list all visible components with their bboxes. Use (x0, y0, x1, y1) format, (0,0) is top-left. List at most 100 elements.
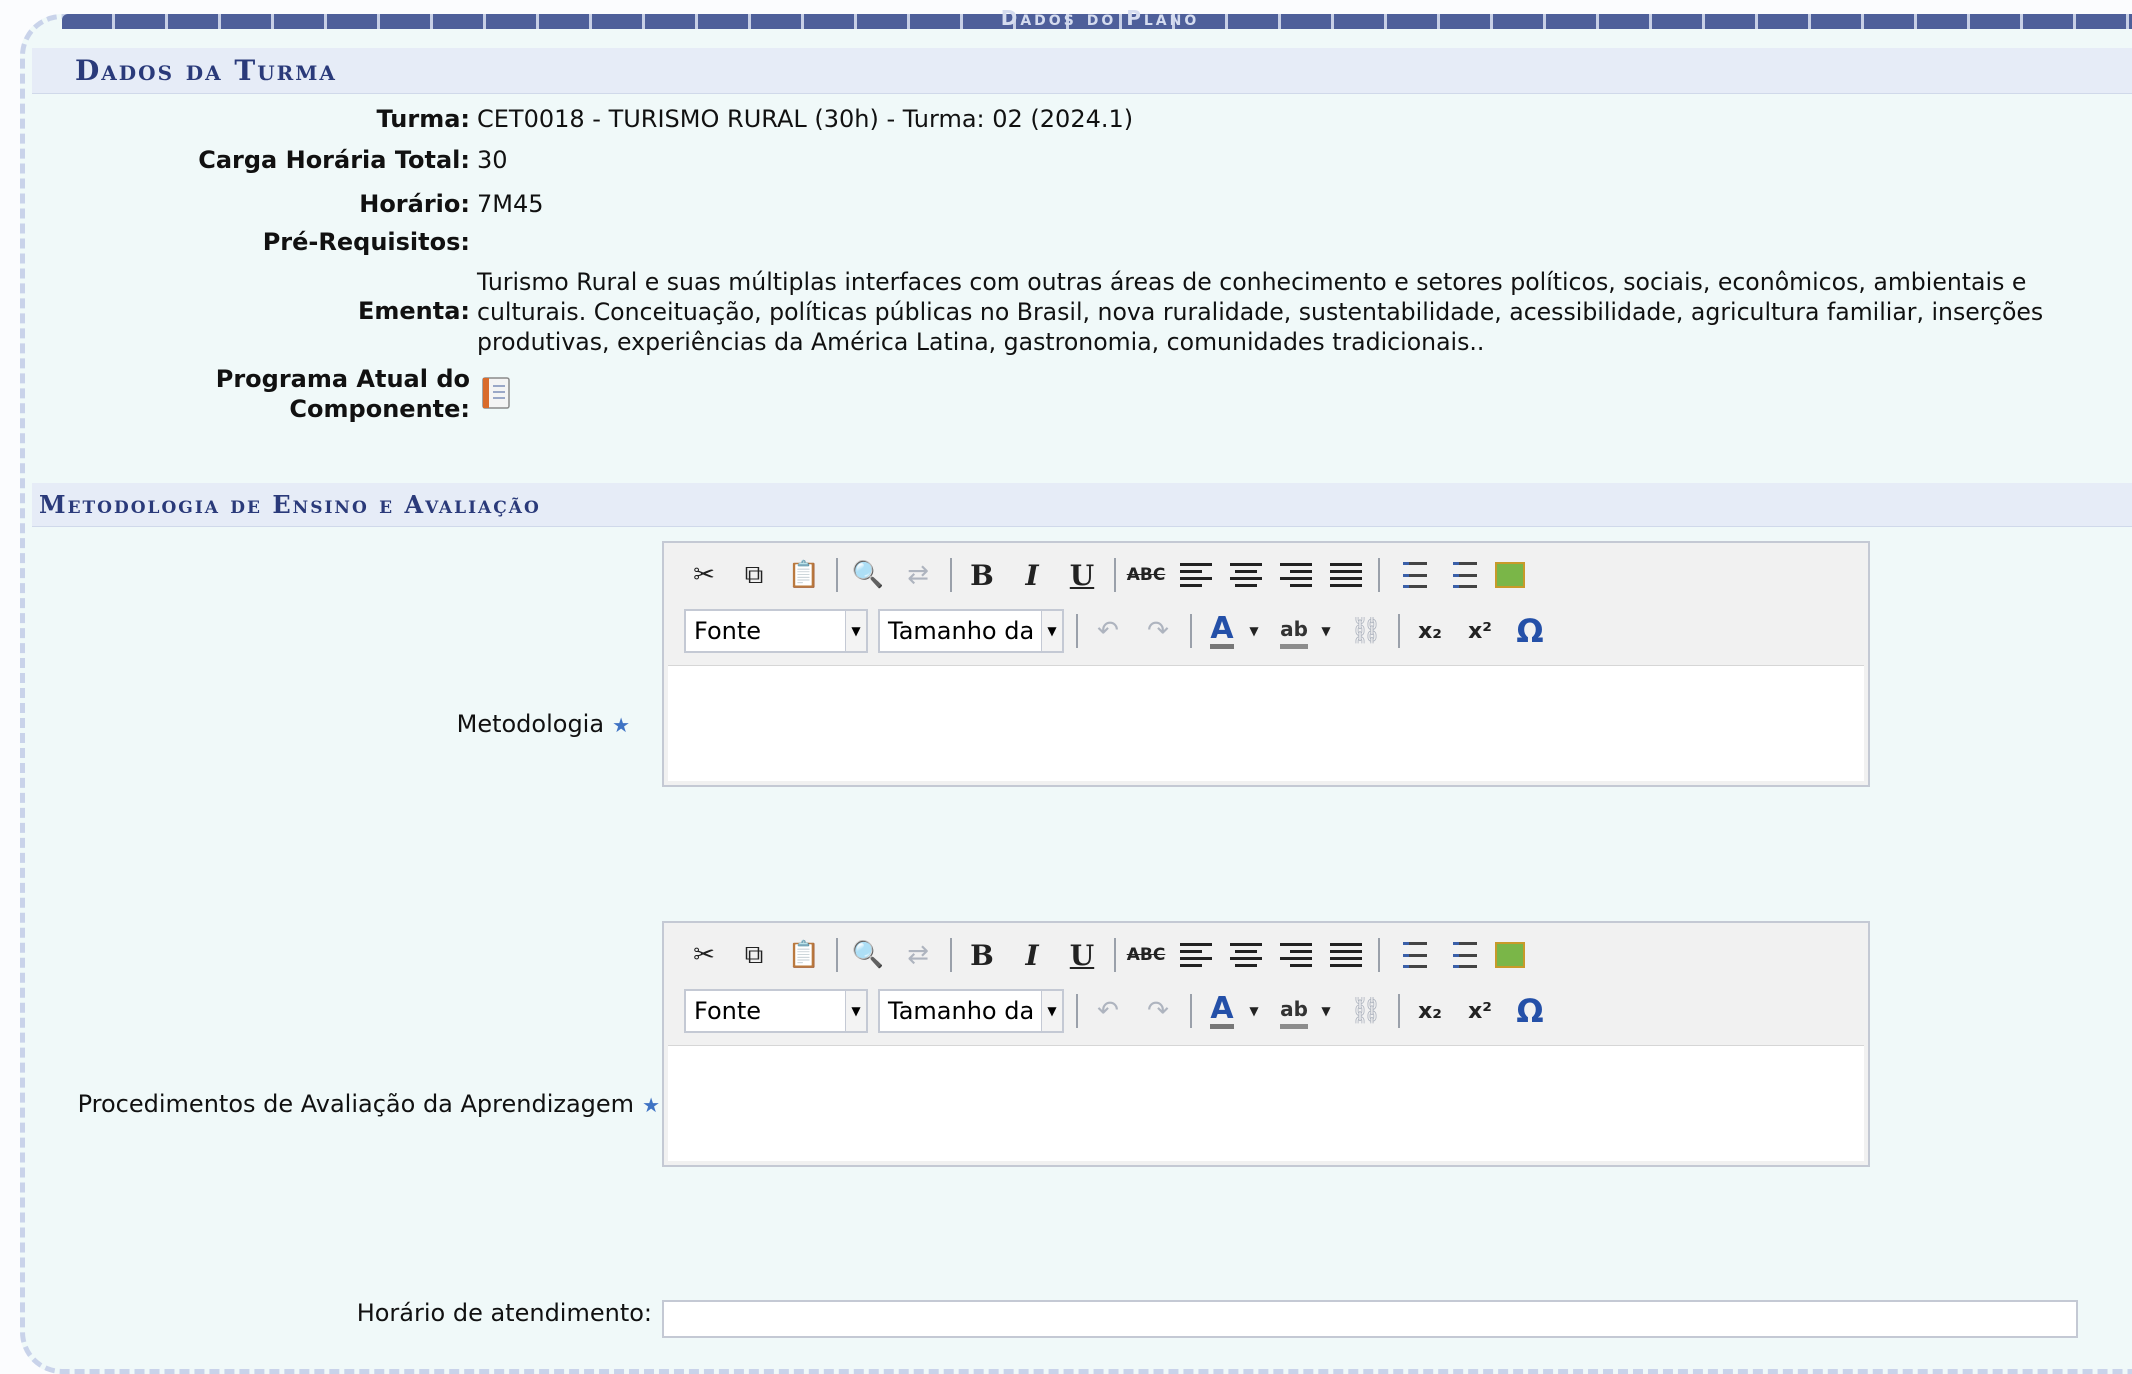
align-justify-icon[interactable] (1326, 556, 1366, 594)
image-icon[interactable] (1490, 936, 1530, 974)
superscript-button[interactable]: x² (1460, 992, 1500, 1030)
font-color-icon: A (1210, 613, 1234, 649)
page-title: Dados do Plano (1000, 6, 1200, 28)
font-select-value: Fonte (694, 997, 762, 1025)
paste-icon[interactable]: 📋 (784, 936, 824, 974)
toolbar-separator (1378, 938, 1380, 972)
field-value-turma: CET0018 - TURISMO RURAL (30h) - Turma: 0… (477, 105, 1134, 133)
align-right-icon[interactable] (1276, 556, 1316, 594)
link-icon[interactable]: ⛓ (1346, 612, 1386, 650)
redo-icon[interactable]: ↷ (1138, 992, 1178, 1030)
copy-icon[interactable]: ⧉ (734, 556, 774, 594)
toolbar-separator (1398, 994, 1400, 1028)
font-size-select[interactable]: Tamanho da Fo ▼ (878, 609, 1064, 653)
toolbar-separator (836, 938, 838, 972)
undo-icon[interactable]: ↶ (1088, 992, 1128, 1030)
document-icon[interactable] (480, 376, 512, 410)
toolbar-separator (1076, 614, 1078, 648)
align-right-icon[interactable] (1276, 936, 1316, 974)
align-center-icon[interactable] (1226, 556, 1266, 594)
procedimentos-label: Procedimentos de Avaliação da Aprendizag… (40, 1089, 660, 1120)
horario-atendimento-input[interactable] (662, 1300, 2078, 1338)
toolbar-separator (1114, 558, 1116, 592)
field-label-pre-requisitos: Pré-Requisitos: (262, 228, 470, 256)
toolbar-separator (950, 558, 952, 592)
chevron-down-icon[interactable]: ▼ (1244, 612, 1264, 650)
chevron-down-icon[interactable]: ▼ (1316, 612, 1336, 650)
chevron-down-icon[interactable]: ▼ (1244, 992, 1264, 1030)
metodologia-editor: ✂ ⧉ 📋 🔍 ⇄ B I U ABC Fonte ▼ Tamanho da Fo… (662, 541, 1870, 787)
metodologia-text-area[interactable] (668, 665, 1864, 781)
toolbar-separator (950, 938, 952, 972)
field-value-carga-horaria: 30 (477, 146, 508, 174)
procedimentos-editor: ✂ ⧉ 📋 🔍 ⇄ B I U ABC Fonte ▼ Tamanho da Fo… (662, 921, 1870, 1167)
bullet-list-icon[interactable] (1390, 556, 1430, 594)
toolbar-separator (1190, 614, 1192, 648)
highlight-button[interactable]: ab (1274, 992, 1314, 1030)
paste-icon[interactable]: 📋 (784, 556, 824, 594)
required-star-icon: ★ (642, 1093, 660, 1117)
superscript-button[interactable]: x² (1460, 612, 1500, 650)
font-select-value: Fonte (694, 617, 762, 645)
subscript-button[interactable]: x₂ (1410, 992, 1450, 1030)
toolbar-separator (1378, 558, 1380, 592)
field-label-turma: Turma: (376, 105, 470, 133)
font-select[interactable]: Fonte ▼ (684, 609, 868, 653)
italic-button[interactable]: I (1012, 936, 1052, 974)
underline-button[interactable]: U (1062, 556, 1102, 594)
procedimentos-label-text: Procedimentos de Avaliação da Aprendizag… (77, 1090, 635, 1118)
ementa-line: culturais. Conceituação, políticas públi… (477, 298, 2044, 326)
ementa-line: Turismo Rural e suas múltiplas interface… (477, 268, 2027, 296)
highlight-icon: ab (1280, 994, 1308, 1029)
align-left-icon[interactable] (1176, 556, 1216, 594)
replace-icon[interactable]: ⇄ (898, 556, 938, 594)
find-icon[interactable]: 🔍 (848, 556, 888, 594)
highlight-icon: ab (1280, 614, 1308, 649)
chevron-down-icon: ▼ (845, 991, 866, 1031)
align-left-icon[interactable] (1176, 936, 1216, 974)
field-label-carga-horaria: Carga Horária Total: (198, 146, 470, 174)
font-size-select-value: Tamanho da Fo (888, 617, 1064, 645)
special-char-button[interactable]: Ω (1510, 612, 1550, 650)
bullet-list-icon[interactable] (1390, 936, 1430, 974)
chevron-down-icon: ▼ (1041, 991, 1062, 1031)
procedimentos-text-area[interactable] (668, 1045, 1864, 1161)
redo-icon[interactable]: ↷ (1138, 612, 1178, 650)
cut-icon[interactable]: ✂ (684, 556, 724, 594)
toolbar-separator (1114, 938, 1116, 972)
italic-button[interactable]: I (1012, 556, 1052, 594)
underline-button[interactable]: U (1062, 936, 1102, 974)
cut-icon[interactable]: ✂ (684, 936, 724, 974)
toolbar-separator (1190, 994, 1192, 1028)
replace-icon[interactable]: ⇄ (898, 936, 938, 974)
font-size-select[interactable]: Tamanho da Fo ▼ (878, 989, 1064, 1033)
required-star-icon: ★ (612, 713, 630, 737)
font-select[interactable]: Fonte ▼ (684, 989, 868, 1033)
metodologia-label: Metodologia ★ (300, 709, 630, 740)
font-color-button[interactable]: A (1202, 992, 1242, 1030)
copy-icon[interactable]: ⧉ (734, 936, 774, 974)
highlight-button[interactable]: ab (1274, 612, 1314, 650)
section-title-metodologia: Metodologia de Ensino e Avaliação (32, 483, 2132, 527)
strikethrough-button[interactable]: ABC (1126, 556, 1166, 594)
special-char-button[interactable]: Ω (1510, 992, 1550, 1030)
subscript-button[interactable]: x₂ (1410, 612, 1450, 650)
link-icon[interactable]: ⛓ (1346, 992, 1386, 1030)
editor-toolbar-row: Fonte ▼ Tamanho da Fo ▼ ↶ ↷ A ▼ ab ▼ ⛓ x₂ … (684, 989, 1560, 1033)
bold-button[interactable]: B (962, 936, 1002, 974)
toolbar-separator (1398, 614, 1400, 648)
font-color-button[interactable]: A (1202, 612, 1242, 650)
image-icon[interactable] (1490, 556, 1530, 594)
strikethrough-button[interactable]: ABC (1126, 936, 1166, 974)
find-icon[interactable]: 🔍 (848, 936, 888, 974)
align-justify-icon[interactable] (1326, 936, 1366, 974)
bold-button[interactable]: B (962, 556, 1002, 594)
field-label-ementa: Ementa: (357, 297, 470, 325)
undo-icon[interactable]: ↶ (1088, 612, 1128, 650)
horario-atendimento-label: Horário de atendimento: (356, 1299, 652, 1327)
chevron-down-icon[interactable]: ▼ (1316, 992, 1336, 1030)
numbered-list-icon[interactable] (1440, 936, 1480, 974)
align-center-icon[interactable] (1226, 936, 1266, 974)
numbered-list-icon[interactable] (1440, 556, 1480, 594)
chevron-down-icon: ▼ (1041, 611, 1062, 651)
